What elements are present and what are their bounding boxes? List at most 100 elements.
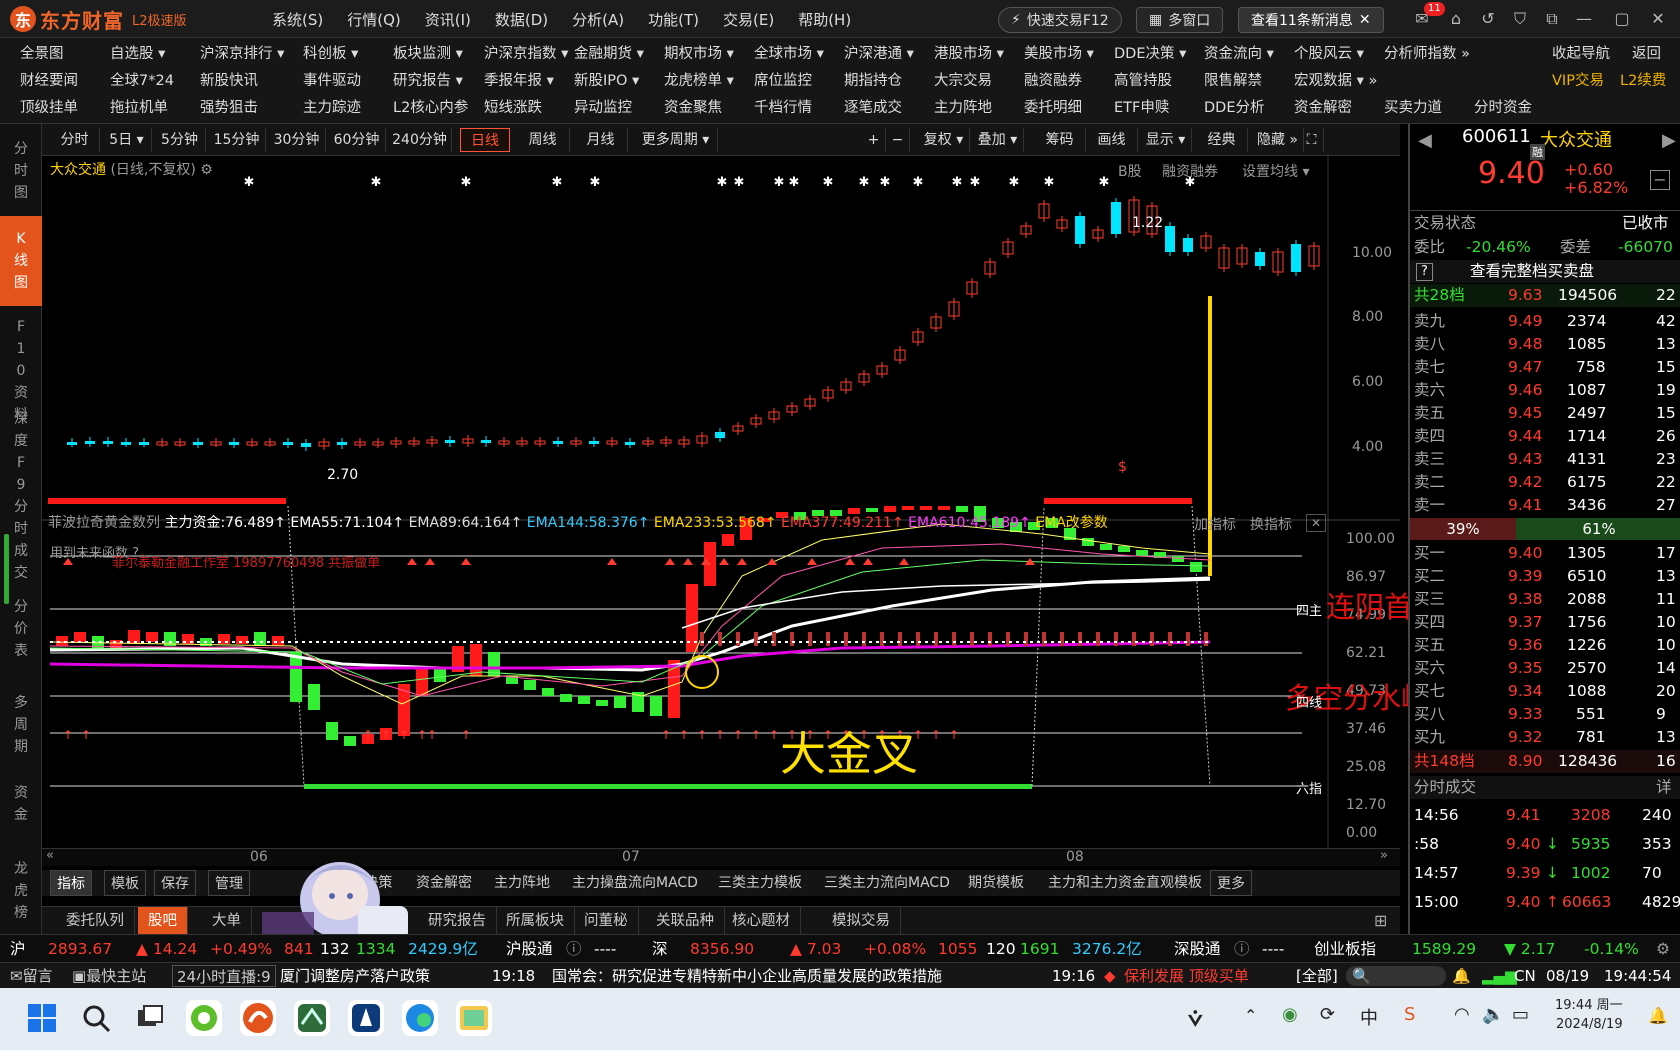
settings-icon[interactable]: ⚙ <box>1656 935 1670 963</box>
news-item-3[interactable]: 保利发展 顶级买单 <box>1124 963 1249 989</box>
help-box-icon[interactable]: ? <box>1416 263 1433 281</box>
browser-360-icon[interactable] <box>186 1000 222 1036</box>
nav-item[interactable]: 拖拉机单 <box>110 94 168 122</box>
quote-row[interactable]: 卖二 9.42 6175 22 <box>1410 471 1680 494</box>
clock[interactable]: 19:44 周一 2024/8/19 <box>1555 996 1623 1034</box>
next-stock-icon[interactable]: ▶ <box>1662 130 1676 151</box>
wifi-icon[interactable]: ◠ <box>1454 1004 1470 1025</box>
nav-item[interactable]: 买卖力道 <box>1384 94 1442 122</box>
back-icon[interactable]: ↺ <box>1476 8 1500 30</box>
nav-item[interactable]: DDE分析 <box>1204 94 1265 122</box>
multi-window-button[interactable]: ▦ 多窗口 <box>1136 7 1224 33</box>
battery-icon[interactable]: ▭ <box>1512 1004 1529 1025</box>
sz-label[interactable]: 深 <box>652 935 668 963</box>
nav-item[interactable]: 新股快讯 <box>200 67 258 95</box>
nav-item[interactable]: 美股市场 ▾ <box>1024 40 1094 68</box>
sh-label[interactable]: 沪 <box>10 935 26 963</box>
nav-item[interactable]: 顶级挂单 <box>20 94 78 122</box>
chart-tool-9[interactable]: ⛶ <box>1300 128 1324 152</box>
nav-item[interactable]: 强势狙击 <box>200 94 258 122</box>
language-label[interactable]: CN <box>1514 963 1536 989</box>
nav-item[interactable]: L2核心内参 <box>393 94 468 122</box>
info-tab-6[interactable]: 关联品种 <box>646 907 725 935</box>
home-icon[interactable]: ⌂ <box>1444 8 1468 30</box>
tray-chevron-icon[interactable]: ⌃ <box>1244 1006 1257 1025</box>
add-indicator-link[interactable]: 加指标 <box>1194 514 1236 534</box>
b-stock-link[interactable]: B股 <box>1118 161 1142 181</box>
nav-item[interactable]: 分析师指数 » <box>1384 40 1470 68</box>
period-3[interactable]: 15分钟 <box>208 128 266 152</box>
kline-chart[interactable]: ✱ ✱ ✱ ✱ ✱ ✱ ✱ ✱ ✱ ✱ ✱ ✱ ✱ ✱ ✱ ✱ ✱ ✱ ✱ $ ↑ ↑ ↑ ↑ ↑ ↑ ↑ ↑ ↑ ↑ ↑ ↑ ↑ ↑ ↑ ↑ ↑ ↑ ↑ ↑… <box>42 156 1400 856</box>
nav-item[interactable]: 龙虎榜单 ▾ <box>664 67 734 95</box>
menu-item-0[interactable]: 系统(S) <box>260 9 335 30</box>
template-tab-10[interactable]: 期货模板 <box>962 870 1030 896</box>
live-24h-link[interactable]: 24小时直播:9 <box>172 965 276 987</box>
nav-item[interactable]: 期权市场 ▾ <box>664 40 734 68</box>
info-tab-4[interactable]: 所属板块 <box>496 907 575 935</box>
shirt-icon[interactable]: ⛉ <box>1508 8 1532 30</box>
message-button[interactable]: ✉ 留言 <box>10 963 53 989</box>
quote-row[interactable]: 买一 9.40 1305 17 <box>1410 542 1680 565</box>
switch-indicator-link[interactable]: 换指标 <box>1250 514 1292 534</box>
bell-icon[interactable]: 🔔 <box>1452 963 1471 989</box>
template-tab-12[interactable]: 更多 <box>1210 870 1252 896</box>
volume-icon[interactable]: 🔈 <box>1482 1004 1504 1025</box>
quote-row[interactable]: 卖八 9.48 1085 13 <box>1410 333 1680 356</box>
period-0[interactable]: 分时 <box>50 128 100 152</box>
quote-row[interactable]: 买八 9.33 551 9 <box>1410 703 1680 726</box>
quote-row[interactable]: 买五 9.36 1226 10 <box>1410 634 1680 657</box>
menu-item-3[interactable]: 数据(D) <box>483 9 560 30</box>
all-news-link[interactable]: [全部] <box>1296 963 1338 989</box>
menu-item-7[interactable]: 帮助(H) <box>786 9 863 30</box>
chart-tool-2[interactable]: 复权 ▾ <box>918 128 970 152</box>
info-tab-8[interactable]: 模拟交易 <box>822 907 901 935</box>
nav-item[interactable]: 主力阵地 <box>934 94 992 122</box>
period-4[interactable]: 30分钟 <box>268 128 326 152</box>
quote-row[interactable]: 分时成交 详 <box>1410 776 1680 799</box>
indicator-name[interactable]: 菲波拉奇黄金数列 <box>48 515 160 531</box>
scroll-right-icon[interactable]: » <box>1380 848 1388 863</box>
nav-item[interactable]: VIP交易 <box>1552 67 1604 95</box>
menu-item-5[interactable]: 功能(T) <box>636 9 711 30</box>
nav-item[interactable]: 沪深京指数 ▾ <box>484 40 568 68</box>
period-6[interactable]: 240分钟 <box>388 128 452 152</box>
template-tab-9[interactable]: 三类主力流向MACD <box>818 870 956 896</box>
news-item-1[interactable]: 厦门调整房产落户政策 <box>280 963 430 989</box>
left-tab-8[interactable]: 龙虎榜 <box>0 856 42 926</box>
sail-app-icon[interactable] <box>348 1000 384 1036</box>
nav-item[interactable]: 自选股 ▾ <box>110 40 165 68</box>
nav-item[interactable]: 期指持仓 <box>844 67 902 95</box>
news-notice-button[interactable]: 查看11条新消息 ✕ <box>1238 7 1384 33</box>
nav-item[interactable]: L2续费 <box>1620 67 1666 95</box>
nav-item[interactable]: 事件驱动 <box>303 67 361 95</box>
template-tab-6[interactable]: 主力阵地 <box>488 870 556 896</box>
close-icon[interactable]: ✕ <box>1359 12 1371 28</box>
quote-row[interactable]: 共148档 8.90 128436 16 <box>1410 750 1680 773</box>
period-10[interactable]: 更多周期 ▾ <box>634 128 718 152</box>
chart-tool-1[interactable]: − <box>886 128 910 152</box>
period-1[interactable]: 5日 ▾ <box>102 128 152 152</box>
nav-item[interactable]: 资金解密 <box>1294 94 1352 122</box>
tray-app-icon[interactable]: ◉ <box>1282 1004 1298 1025</box>
quote-row[interactable]: 卖一 9.41 3436 27 <box>1410 494 1680 517</box>
m-logo-icon[interactable]: ⩒ <box>1188 1004 1203 1032</box>
margin-link[interactable]: 融资融券 <box>1162 161 1218 181</box>
quote-row[interactable]: 查看完整档买卖盘? <box>1410 260 1680 283</box>
quote-row[interactable]: 共28档 9.63 194506 22 <box>1410 284 1680 307</box>
quote-row[interactable]: 买九 9.32 781 13 <box>1410 726 1680 749</box>
template-tab-2[interactable]: 保存 <box>154 870 196 896</box>
info-tab-5[interactable]: 问董秘 <box>574 907 639 935</box>
left-scroll-indicator[interactable] <box>4 534 9 604</box>
nav-item[interactable]: 全景图 <box>20 40 64 68</box>
left-tab-3[interactable]: 深度F9 <box>0 406 42 493</box>
nav-item[interactable]: 季报年报 ▾ <box>484 67 554 95</box>
nav-item[interactable]: ETF申赎 <box>1114 94 1169 122</box>
fast-site-button[interactable]: ▣ 最快主站 <box>72 963 146 989</box>
gear-icon[interactable]: ⚙ <box>200 162 213 178</box>
period-7[interactable]: 日线 <box>460 128 510 152</box>
hgt-label[interactable]: 沪股通 <box>506 935 553 963</box>
quote-row[interactable]: 卖四 9.44 1714 26 <box>1410 425 1680 448</box>
nav-item[interactable]: 金融期货 ▾ <box>574 40 644 68</box>
help-icon-2[interactable]: ⓘ <box>1234 935 1250 963</box>
tray-s-icon[interactable]: S <box>1404 1004 1415 1025</box>
